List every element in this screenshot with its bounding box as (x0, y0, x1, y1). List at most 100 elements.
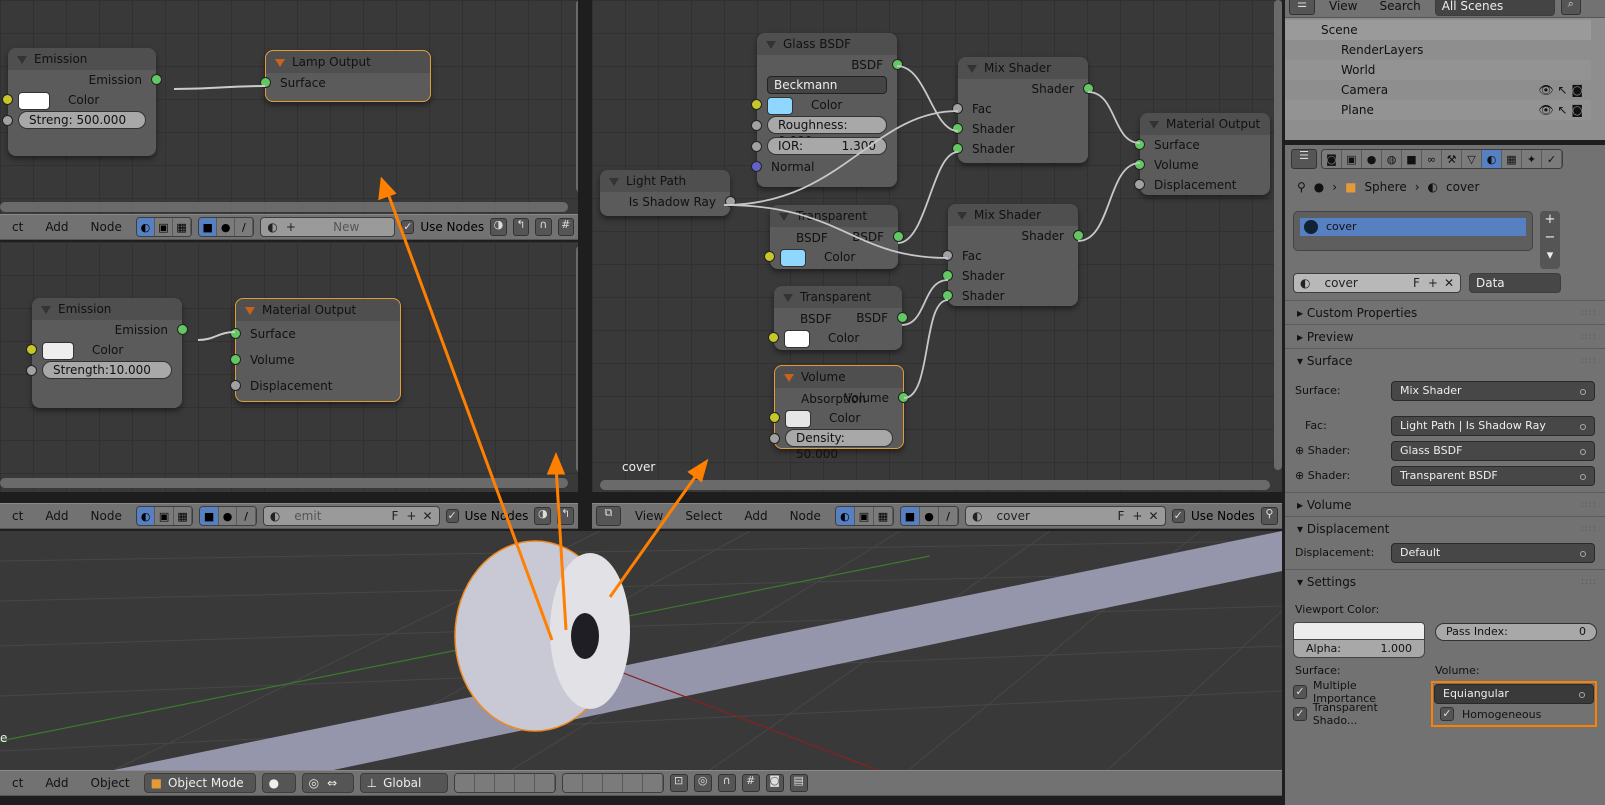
horizontal-scrollbar[interactable] (0, 202, 568, 212)
menu-view[interactable]: View (1321, 0, 1365, 13)
data-tab-icon[interactable]: ▽ (1462, 150, 1482, 168)
link-dropdown[interactable]: Data (1469, 273, 1561, 293)
object-icon[interactable]: ■ (200, 507, 219, 525)
material-browse[interactable]: ◐ cover F + ✕ (1293, 273, 1461, 293)
object-icon[interactable]: ■ (900, 507, 921, 525)
proportional-edit-icon[interactable]: ◎ (693, 774, 712, 792)
editor-type-icon[interactable]: ⧉ (596, 506, 621, 526)
fake-user-button[interactable]: F (1118, 509, 1125, 523)
texture-icon[interactable]: ▦ (873, 507, 893, 525)
menu-add[interactable]: Add (37, 220, 76, 234)
horizontal-scrollbar[interactable] (600, 480, 1270, 490)
parent-tree-icon[interactable]: ↰ (512, 218, 530, 236)
object-icon[interactable]: ■ (199, 218, 218, 236)
viewport-color-swatch[interactable] (1293, 622, 1425, 640)
menu-object[interactable]: Object (83, 776, 138, 790)
snap-element-icon[interactable]: # (557, 218, 575, 236)
world-tab-icon[interactable]: ◍ (1382, 150, 1402, 168)
use-nodes-checkbox[interactable]: ✓ (1171, 509, 1185, 523)
snap-icon[interactable]: ∩ (535, 218, 552, 236)
visibility-icons[interactable]: 👁 ↖ ◙ (1538, 100, 1583, 120)
multiple-importance-checkbox[interactable]: ✓ (1293, 685, 1307, 699)
visibility-icons[interactable]: 👁 ↖ ◙ (1538, 80, 1583, 100)
close-icon[interactable]: ✕ (1148, 509, 1158, 523)
material-name-field[interactable]: cover (1324, 276, 1412, 290)
panel-custom-properties[interactable]: ▸ Custom Properties:::: (1285, 300, 1605, 324)
snap-icon[interactable]: ∩ (717, 774, 736, 792)
outliner-item-plane[interactable]: Plane 👁 ↖ ◙ (1285, 100, 1591, 120)
material-browse[interactable]: ◐ cover F + ✕ (965, 506, 1166, 526)
object-shader-icon[interactable]: ◐ (835, 507, 855, 525)
material-browse[interactable]: ◐ + New (260, 217, 396, 237)
particles-tab-icon[interactable]: ✦ (1522, 150, 1542, 168)
material-slot-list[interactable]: cover (1293, 211, 1533, 251)
fac-dropdown[interactable]: Light Path | Is Shadow Ray (1391, 415, 1595, 436)
multiple-importance-option[interactable]: ✓ Multiple Importance (1293, 679, 1423, 705)
display-mode-icon[interactable]: ☰ (1289, 0, 1315, 15)
world-shader-icon[interactable]: ▣ (155, 507, 174, 525)
scene-filter-dropdown[interactable]: All Scenes (1434, 0, 1555, 16)
pin-icon[interactable]: ⚲ (1260, 507, 1278, 525)
new-material-button[interactable]: New (304, 220, 389, 234)
search-icon[interactable]: ⌕ (1560, 0, 1581, 15)
shading-dropdown[interactable]: ● (261, 773, 296, 793)
add-icon[interactable]: + (406, 509, 416, 523)
lamp-node-editor[interactable]: Emission Emission Color Streng: 500.000 … (0, 0, 578, 214)
shader1-dropdown[interactable]: Glass BSDF (1391, 440, 1595, 461)
mode-dropdown[interactable]: ■ Object Mode (143, 773, 256, 793)
linestyle-icon[interactable]: / (939, 507, 959, 525)
snap-element-icon[interactable]: # (741, 774, 760, 792)
horizontal-scrollbar[interactable] (0, 478, 568, 488)
vertical-scrollbar[interactable] (1274, 0, 1282, 470)
editor-type-icon[interactable]: ☰ (1291, 149, 1317, 169)
add-icon[interactable]: + (1132, 509, 1142, 523)
render-animation-icon[interactable]: ▤ (789, 774, 808, 792)
render-icon[interactable]: ◙ (765, 774, 784, 792)
world-shader-icon[interactable]: ▣ (854, 507, 874, 525)
menu-select[interactable]: ct (4, 220, 31, 234)
add-slot-button[interactable]: + (1540, 211, 1560, 229)
displacement-dropdown[interactable]: Default (1391, 542, 1595, 563)
material-name-field[interactable]: emit (294, 509, 391, 523)
texture-icon[interactable]: ▦ (173, 218, 192, 236)
material-browse[interactable]: ◐ emit F + ✕ (262, 506, 440, 526)
outliner-item-renderlayers[interactable]: RenderLayers (1285, 40, 1591, 60)
render-tab-icon[interactable]: ◙ (1322, 150, 1342, 168)
material-tab-icon[interactable]: ◐ (1482, 150, 1502, 168)
homogeneous-option[interactable]: ✓ Homogeneous (1434, 704, 1594, 724)
emit-node-editor[interactable]: Emission Emission Color Strength:10.000 … (0, 242, 578, 492)
pass-index-field[interactable]: Pass Index: 0 (1435, 623, 1597, 641)
world-icon[interactable]: ● (218, 507, 238, 525)
world-icon[interactable]: ● (217, 218, 236, 236)
volume-sampling-dropdown[interactable]: Equiangular (1434, 684, 1594, 704)
panel-volume[interactable]: ▸ Volume:::: (1285, 492, 1605, 516)
panel-settings[interactable]: ▾ Settings:::: (1285, 569, 1605, 593)
slot-specials-button[interactable]: ▾ (1540, 247, 1560, 265)
alpha-field[interactable]: Alpha: 1.000 (1293, 640, 1425, 658)
lock-layers-icon[interactable]: ⊡ (669, 774, 688, 792)
close-icon[interactable]: ✕ (422, 509, 432, 523)
panel-displacement[interactable]: ▾ Displacement:::: (1285, 516, 1605, 540)
layers-group-2[interactable] (561, 773, 664, 793)
layers-group-1[interactable] (453, 773, 556, 793)
outliner-item-scene[interactable]: Scene (1285, 20, 1591, 40)
menu-select[interactable]: Select (677, 509, 730, 523)
shading-icon[interactable]: ◑ (490, 218, 507, 236)
menu-node[interactable]: Node (83, 220, 130, 234)
menu-add[interactable]: Add (736, 509, 775, 523)
linestyle-icon[interactable]: / (235, 218, 254, 236)
close-icon[interactable]: ✕ (1444, 276, 1454, 290)
orientation-dropdown[interactable]: ⊥ Global (359, 773, 448, 793)
homogeneous-checkbox[interactable]: ✓ (1440, 707, 1454, 721)
modifiers-tab-icon[interactable]: ⚒ (1442, 150, 1462, 168)
menu-add[interactable]: Add (37, 776, 76, 790)
panel-preview[interactable]: ▸ Preview:::: (1285, 324, 1605, 348)
transparent-shadows-checkbox[interactable]: ✓ (1293, 707, 1307, 721)
menu-node[interactable]: Node (782, 509, 829, 523)
3d-viewport[interactable]: e (0, 531, 1282, 777)
panel-surface[interactable]: ▾ Surface:::: (1285, 348, 1605, 372)
object-shader-icon[interactable]: ◐ (136, 507, 156, 525)
remove-slot-button[interactable]: − (1540, 229, 1560, 247)
parent-tree-icon[interactable]: ↰ (557, 507, 575, 525)
menu-select[interactable]: ct (4, 776, 31, 790)
